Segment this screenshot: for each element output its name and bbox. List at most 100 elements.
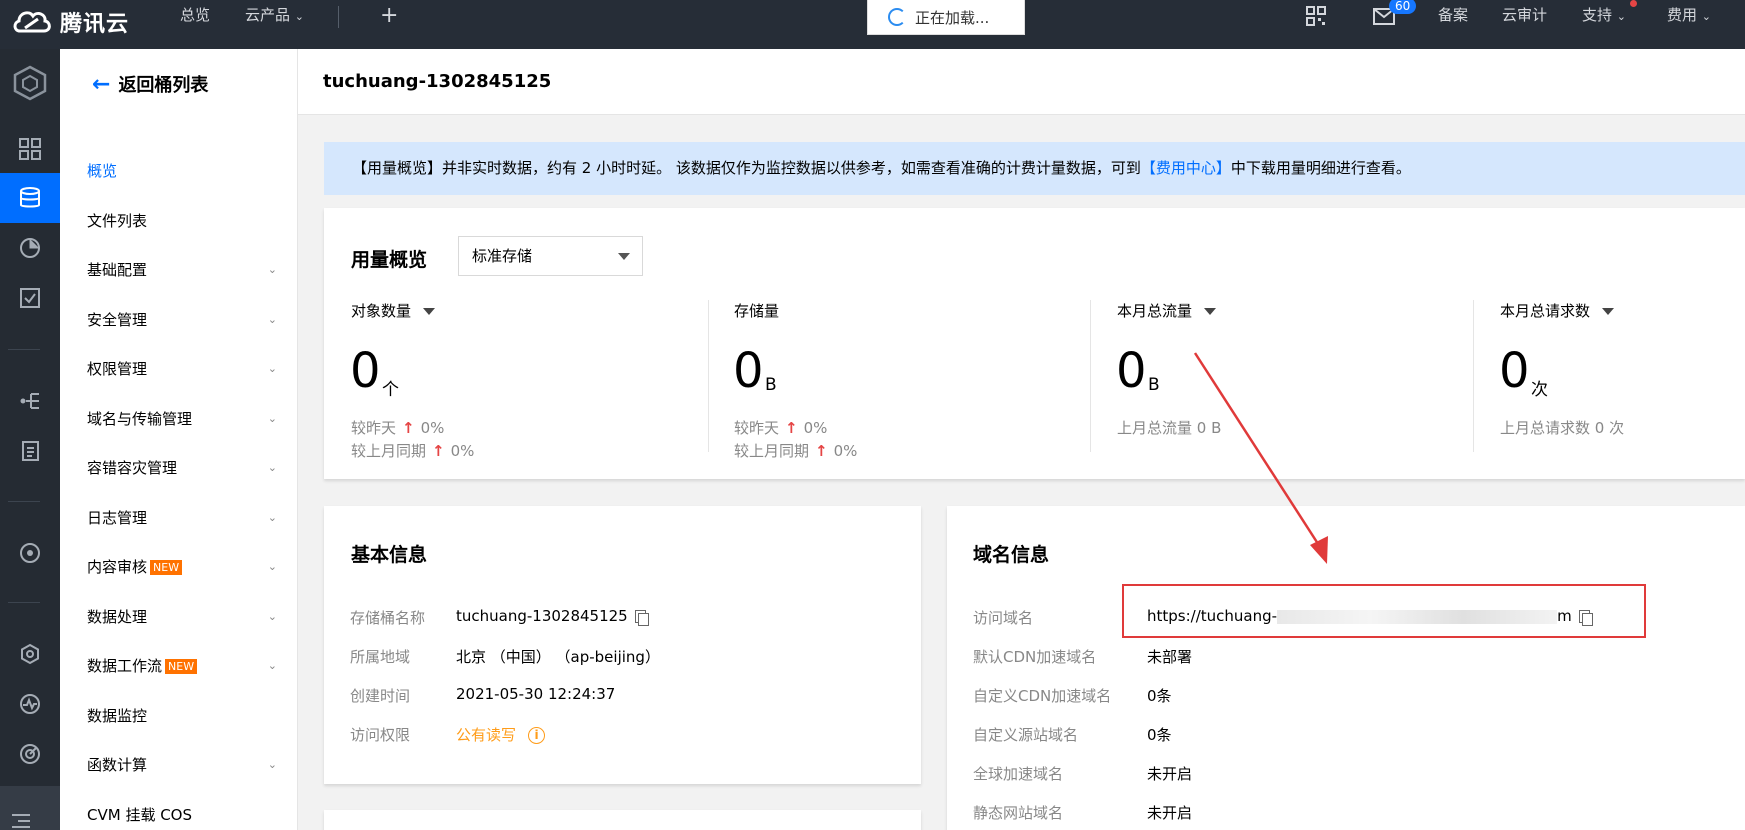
tree-icon[interactable]	[0, 376, 60, 426]
sidebar-item-label: 安全管理	[87, 311, 148, 329]
sidebar-item-label: 文件列表	[87, 212, 148, 230]
sidebar-item[interactable]: 文件列表	[87, 206, 277, 236]
nav-billing-label: 费用	[1667, 6, 1698, 24]
sidebar-item[interactable]: 数据处理 ⌄	[87, 602, 277, 632]
top-bar: 腾讯云 总览 云产品 ⌄ + 正在加载... 60 备案 云审计 支持 ⌄ 费用…	[0, 0, 1745, 49]
annotation-highlight-box	[1122, 584, 1646, 638]
nav-overview[interactable]: 总览	[180, 0, 210, 32]
sidebar-item[interactable]: 内容审核 NEW ⌄	[87, 552, 277, 582]
nav-divider	[338, 6, 339, 28]
sidebar-item-label: 函数计算	[87, 756, 148, 774]
chevron-down-icon: ⌄	[294, 10, 305, 23]
sidebar-item-label: 基础配置	[87, 261, 148, 279]
sidebar-item-label: 日志管理	[87, 509, 148, 527]
sidebar-item[interactable]: 域名与传输管理 ⌄	[87, 404, 277, 434]
back-to-bucket-list[interactable]: ← 返回桶列表	[92, 71, 208, 97]
storage-class-value: 标准存储	[472, 247, 533, 265]
sidebar-item-label: 容错容灾管理	[87, 459, 178, 477]
sidebar-item[interactable]: 数据工作流 NEW ⌄	[87, 651, 277, 681]
usage-title: 用量概览	[351, 249, 428, 271]
metric-compare-last-month: 较上月同期 ↑ 0%	[734, 440, 857, 461]
metric-unit: 个	[382, 380, 399, 400]
caret-down-icon	[1204, 308, 1217, 315]
monitor-icon[interactable]	[0, 679, 60, 729]
document-icon[interactable]	[0, 426, 60, 476]
metric-label: 存储量	[734, 302, 780, 320]
chevron-down-icon: ⌄	[267, 362, 277, 375]
mail-count-badge: 60	[1389, 0, 1417, 14]
sidebar-item-label: 数据监控	[87, 707, 148, 725]
access-value: 公有读写	[456, 726, 517, 744]
nav-support-label: 支持	[1582, 6, 1613, 24]
metric-label[interactable]: 对象数量	[351, 300, 436, 321]
sidebar-item[interactable]: 函数计算 ⌄	[87, 750, 277, 780]
back-label: 返回桶列表	[118, 75, 209, 96]
sidebar-item-label: 数据处理	[87, 608, 148, 626]
loading-text: 正在加载...	[915, 8, 990, 27]
info-value: 未开启	[1147, 804, 1193, 822]
sidebar-item[interactable]: 基础配置 ⌄	[87, 255, 277, 285]
bucket-sidebar: ← 返回桶列表 概览 文件列表 基础配置 ⌄ 安全管理 ⌄ 权限管理 ⌄ 域名与传输管理 ⌄ 容错容…	[60, 49, 298, 830]
metric-label-text: 本月总请求数	[1500, 302, 1591, 320]
chevron-down-icon: ⌄	[267, 263, 277, 276]
sidebar-item[interactable]: CVM 挂载 COS	[87, 800, 277, 830]
arrow-up-icon: ↑	[432, 442, 445, 460]
arrow-up-icon: ↑	[402, 419, 415, 437]
brand-name: 腾讯云	[60, 12, 130, 37]
metric-label[interactable]: 本月总请求数	[1500, 300, 1615, 321]
caret-down-icon	[1602, 308, 1615, 315]
metric-value: 0	[733, 343, 764, 399]
chevron-down-icon: ⌄	[267, 560, 277, 573]
compare-value: 0%	[450, 442, 475, 460]
nav-billing[interactable]: 费用 ⌄	[1667, 0, 1711, 32]
info-value: 未开启	[1147, 765, 1193, 783]
notice-suffix: 中下载用量明细进行查看。	[1230, 159, 1411, 177]
caret-down-icon	[618, 253, 630, 260]
info-label: 创建时间	[350, 687, 411, 705]
copy-icon[interactable]	[634, 610, 649, 626]
rail-collapse[interactable]	[0, 786, 60, 830]
target-icon[interactable]	[0, 528, 60, 578]
hexagon-icon[interactable]	[0, 629, 60, 679]
sidebar-item[interactable]: 概览	[87, 156, 277, 186]
info-label: 存储桶名称	[350, 609, 426, 627]
info-value: 公有读写 i	[456, 724, 546, 745]
storage-icon[interactable]	[0, 173, 60, 223]
icon-rail	[0, 49, 60, 830]
nav-audit[interactable]: 云审计	[1502, 0, 1547, 32]
dashboard-icon[interactable]	[0, 124, 60, 174]
cube-icon[interactable]	[0, 58, 60, 108]
bucket-name-value: tuchuang-1302845125	[456, 607, 628, 625]
loading-toast: 正在加载...	[867, 0, 1025, 35]
info-value: 0条	[1147, 726, 1172, 744]
info-label: 静态网站域名	[973, 804, 1064, 822]
page-header: tuchuang-1302845125	[298, 49, 1745, 115]
info-icon[interactable]: i	[528, 727, 546, 744]
nav-products[interactable]: 云产品 ⌄	[245, 0, 304, 32]
pie-chart-icon[interactable]	[0, 223, 60, 273]
storage-class-select[interactable]: 标准存储	[458, 236, 643, 276]
sidebar-item[interactable]: 权限管理 ⌄	[87, 354, 277, 384]
nav-support[interactable]: 支持 ⌄	[1582, 0, 1626, 32]
chevron-down-icon: ⌄	[267, 461, 277, 474]
info-value: 0条	[1147, 687, 1172, 705]
metric-value: 0	[1499, 343, 1530, 399]
domain-info-card: 域名信息 访问域名 https://tuchuang-m 默认CDN加速域名 未…	[947, 506, 1745, 830]
qrcode-icon[interactable]	[1306, 6, 1326, 26]
rail-divider	[8, 602, 40, 603]
checklist-icon[interactable]	[0, 273, 60, 323]
sidebar-item[interactable]: 安全管理 ⌄	[87, 305, 277, 335]
compare-value: 0%	[803, 419, 828, 437]
sidebar-item[interactable]: 数据监控	[87, 701, 277, 731]
nav-beian[interactable]: 备案	[1438, 0, 1468, 32]
add-icon[interactable]: +	[380, 2, 398, 30]
metric-label[interactable]: 本月总流量	[1117, 300, 1217, 321]
chevron-down-icon: ⌄	[267, 610, 277, 623]
brand-logo[interactable]: 腾讯云	[12, 2, 129, 42]
sidebar-item-label: 内容审核	[87, 558, 148, 576]
sidebar-item[interactable]: 容错容灾管理 ⌄	[87, 453, 277, 483]
gauge-icon[interactable]	[0, 729, 60, 779]
metric-monthly-requests: 本月总请求数 0 次 上月总请求数 0 次	[1473, 300, 1745, 455]
billing-center-link[interactable]: 【费用中心】	[1141, 159, 1231, 177]
sidebar-item[interactable]: 日志管理 ⌄	[87, 503, 277, 533]
